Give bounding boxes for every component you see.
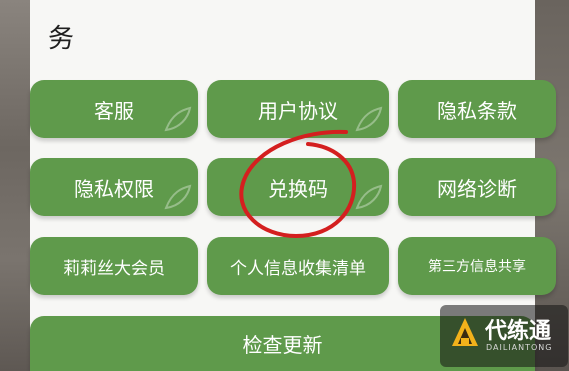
watermark-text: 代练通 bbox=[485, 319, 552, 344]
third-party-sharing-button[interactable]: 第三方信息共享 bbox=[398, 237, 556, 295]
redeem-code-label: 兑换码 bbox=[268, 176, 328, 201]
redeem-code-button[interactable]: 兑换码 bbox=[207, 158, 389, 216]
customer-service-label: 客服 bbox=[94, 98, 134, 123]
user-agreement-button[interactable]: 用户协议 bbox=[207, 80, 389, 138]
third-party-sharing-label: 第三方信息共享 bbox=[428, 259, 526, 275]
leaf-icon bbox=[164, 184, 192, 210]
leaf-icon bbox=[355, 184, 383, 210]
leaf-icon bbox=[164, 106, 192, 132]
privacy-permissions-button[interactable]: 隐私权限 bbox=[30, 158, 198, 216]
privacy-terms-label: 隐私条款 bbox=[437, 98, 517, 123]
network-diagnosis-label: 网络诊断 bbox=[437, 176, 517, 201]
lilith-member-label: 莉莉丝大会员 bbox=[63, 258, 165, 279]
network-diagnosis-button[interactable]: 网络诊断 bbox=[398, 158, 556, 216]
personal-info-list-button[interactable]: 个人信息收集清单 bbox=[207, 237, 389, 295]
customer-service-button[interactable]: 客服 bbox=[30, 80, 198, 138]
privacy-permissions-label: 隐私权限 bbox=[74, 176, 154, 201]
personal-info-list-label: 个人信息收集清单 bbox=[230, 258, 366, 279]
user-agreement-label: 用户协议 bbox=[258, 98, 338, 123]
section-title: 务 bbox=[48, 24, 75, 54]
lilith-member-button[interactable]: 莉莉丝大会员 bbox=[30, 237, 198, 295]
check-update-label: 检查更新 bbox=[242, 333, 323, 357]
watermark-logo-icon bbox=[452, 318, 478, 346]
leaf-icon bbox=[355, 106, 383, 132]
watermark-subtext: DAILIANTONG bbox=[486, 343, 553, 352]
privacy-terms-button[interactable]: 隐私条款 bbox=[398, 80, 556, 138]
